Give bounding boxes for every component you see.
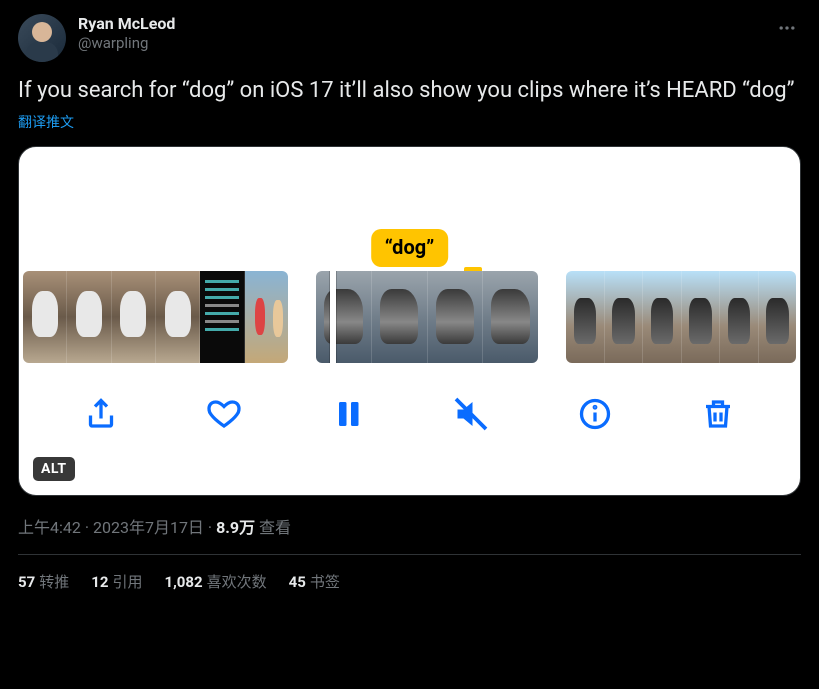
quotes-stat[interactable]: 12引用 xyxy=(91,571,142,592)
engagement-row: 57转推 12引用 1,082喜欢次数 45书签 xyxy=(18,555,801,592)
video-frame xyxy=(682,271,721,363)
video-frame xyxy=(428,271,484,363)
tweet-container: Ryan McLeod @warpling If you search for … xyxy=(0,0,819,592)
retweets-stat[interactable]: 57转推 xyxy=(18,571,69,592)
clip-group-3[interactable] xyxy=(566,271,796,363)
bookmarks-stat[interactable]: 45书签 xyxy=(289,571,340,592)
video-frame xyxy=(316,271,372,363)
tweet-text: If you search for “dog” on iOS 17 it’ll … xyxy=(18,76,801,106)
author-block[interactable]: Ryan McLeod @warpling xyxy=(78,14,761,53)
video-frame xyxy=(759,271,797,363)
alt-badge[interactable]: ALT xyxy=(33,457,75,481)
info-icon[interactable] xyxy=(569,388,621,440)
media-toolbar xyxy=(19,363,800,465)
search-term-bubble: “dog” xyxy=(371,229,449,267)
video-frame xyxy=(566,271,605,363)
tweet-header: Ryan McLeod @warpling xyxy=(18,14,801,62)
translate-link[interactable]: 翻译推文 xyxy=(18,112,74,132)
clip-group-2[interactable] xyxy=(316,271,538,363)
playhead[interactable] xyxy=(330,271,336,363)
video-frame xyxy=(605,271,644,363)
video-frame xyxy=(372,271,428,363)
trash-icon[interactable] xyxy=(692,388,744,440)
views-count: 8.9万 xyxy=(216,518,255,537)
pause-icon[interactable] xyxy=(322,388,374,440)
media-top-area: “dog” xyxy=(19,147,800,271)
video-frame xyxy=(67,271,111,363)
video-frame xyxy=(200,271,244,363)
video-frame xyxy=(720,271,759,363)
video-frame xyxy=(23,271,67,363)
video-frame xyxy=(156,271,200,363)
video-frame xyxy=(643,271,682,363)
share-icon[interactable] xyxy=(75,388,127,440)
mute-icon[interactable] xyxy=(445,388,497,440)
video-frame xyxy=(245,271,288,363)
video-frame xyxy=(112,271,156,363)
heart-icon[interactable] xyxy=(198,388,250,440)
clip-group-1[interactable] xyxy=(23,271,288,363)
avatar[interactable] xyxy=(18,14,66,62)
views-label: 查看 xyxy=(259,518,291,537)
author-display-name: Ryan McLeod xyxy=(78,14,761,34)
more-options-icon[interactable] xyxy=(773,14,801,46)
video-timeline[interactable] xyxy=(19,271,800,363)
video-frame xyxy=(483,271,538,363)
tweet-meta: 上午4:42 · 2023年7月17日 · 8.9万 查看 xyxy=(18,514,801,538)
media-card[interactable]: “dog” xyxy=(18,146,801,496)
tweet-date[interactable]: 2023年7月17日 xyxy=(93,518,204,537)
tweet-time[interactable]: 上午4:42 xyxy=(18,518,81,537)
author-handle: @warpling xyxy=(78,34,761,53)
likes-stat[interactable]: 1,082喜欢次数 xyxy=(164,571,266,592)
